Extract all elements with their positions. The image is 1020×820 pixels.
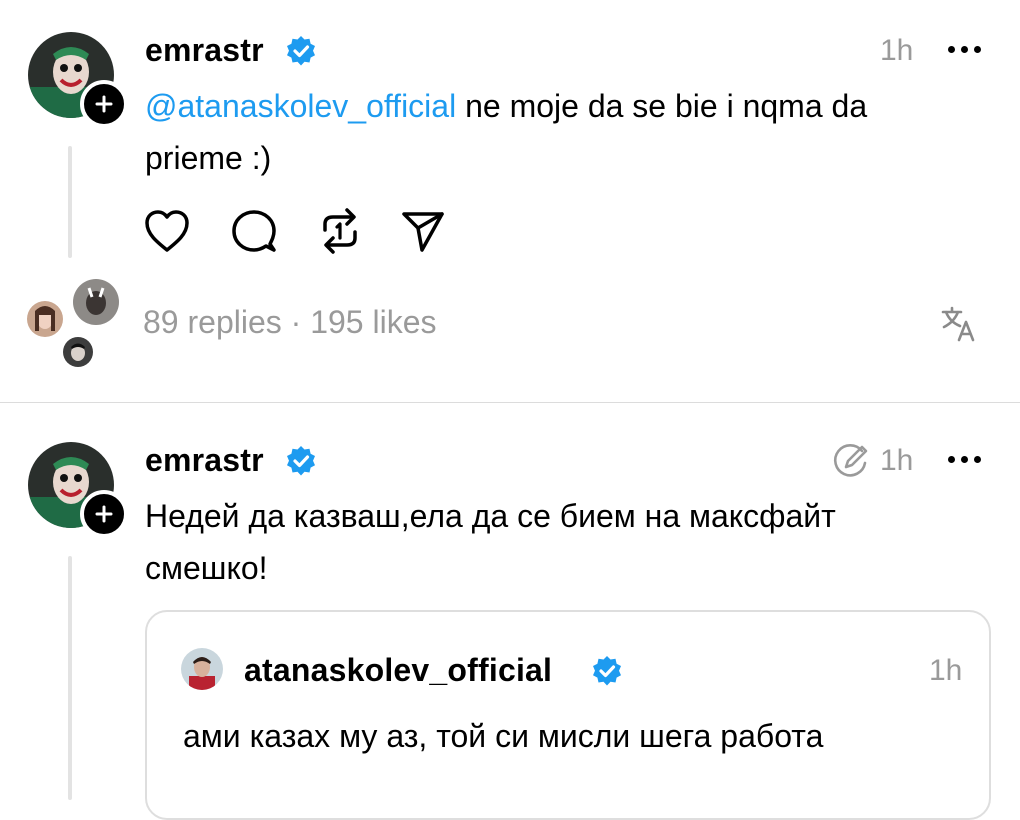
- replier-avatar: [60, 334, 96, 370]
- thread-line: [68, 146, 72, 258]
- send-icon[interactable]: [400, 208, 446, 254]
- quoted-username[interactable]: atanaskolev_official: [244, 652, 552, 689]
- repost-icon[interactable]: [317, 206, 363, 256]
- timestamp: 1h: [880, 34, 914, 67]
- quoted-text: ами казах му аз, той си мисли шега работ…: [183, 718, 824, 754]
- post-text: @atanaskolev_official ne moje da se bie …: [145, 88, 868, 176]
- verified-badge-icon: [287, 36, 315, 66]
- divider: [0, 402, 1020, 403]
- replier-avatar: [24, 298, 66, 340]
- plus-icon: [95, 505, 113, 523]
- comment-icon[interactable]: [230, 208, 278, 254]
- follow-button[interactable]: [80, 80, 128, 128]
- translate-icon[interactable]: [940, 306, 978, 342]
- heart-icon[interactable]: [143, 208, 191, 254]
- timestamp: 1h: [880, 444, 914, 477]
- replier-avatar: [70, 276, 122, 328]
- more-icon[interactable]: [948, 46, 981, 53]
- edited-icon[interactable]: [832, 441, 870, 479]
- mention-link[interactable]: @atanaskolev_official: [145, 88, 456, 124]
- verified-badge-icon: [287, 446, 315, 476]
- quoted-timestamp: 1h: [929, 654, 963, 687]
- quoted-post[interactable]: atanaskolev_official 1h ами казах му аз,…: [145, 610, 991, 820]
- follow-button[interactable]: [80, 490, 128, 538]
- verified-badge-icon: [593, 656, 621, 686]
- post-stats[interactable]: 89 replies · 195 likes: [143, 304, 436, 341]
- thread-line: [68, 556, 72, 800]
- plus-icon: [95, 95, 113, 113]
- username[interactable]: emrastr: [145, 32, 264, 69]
- quoted-avatar[interactable]: [181, 648, 223, 690]
- username[interactable]: emrastr: [145, 442, 264, 479]
- post-text: Недей да казваш,ела да се бием на максфа…: [145, 498, 836, 586]
- more-icon[interactable]: [948, 456, 981, 463]
